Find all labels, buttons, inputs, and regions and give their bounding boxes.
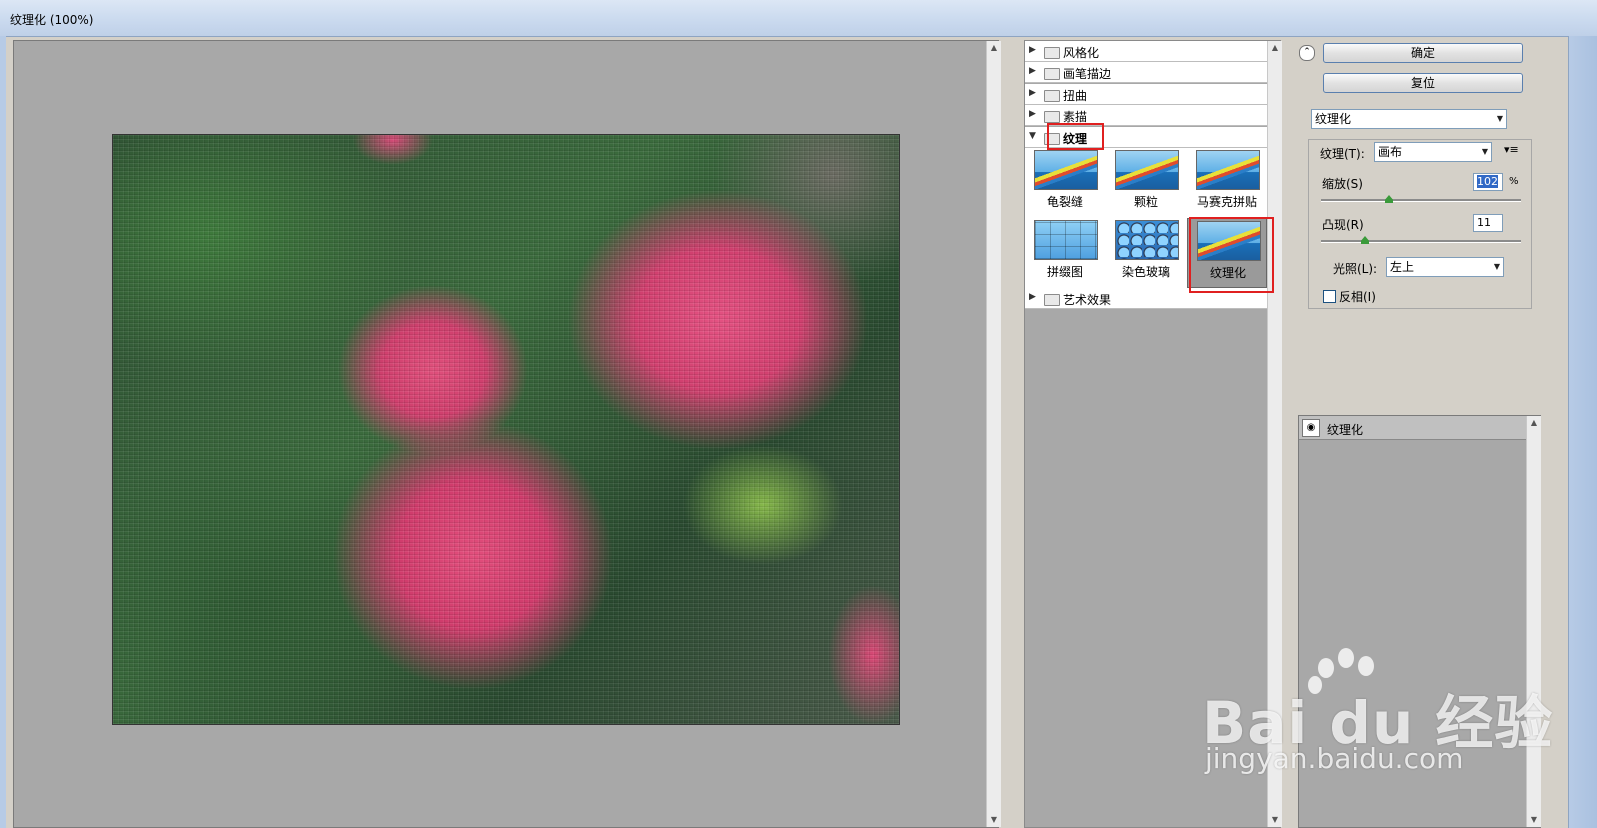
scale-unit: % [1509, 176, 1519, 187]
filter-thumb-craquelure[interactable]: 龟裂缝 [1025, 148, 1103, 216]
folder-icon [1044, 90, 1060, 102]
category-brush-strokes[interactable]: ▶ 画笔描边 [1025, 62, 1267, 83]
highlight-box-texture-category [1047, 123, 1104, 150]
folder-icon [1044, 294, 1060, 306]
relief-slider-thumb[interactable] [1361, 236, 1369, 244]
thumbnail-image [1034, 150, 1098, 190]
folder-icon [1044, 111, 1060, 123]
scroll-down-arrow-icon[interactable]: ▼ [1268, 813, 1282, 827]
texture-select[interactable]: 画布 ▼ [1374, 142, 1492, 162]
thumbnail-image [1115, 150, 1179, 190]
scale-slider[interactable] [1321, 199, 1521, 202]
filter-select-value: 纹理化 [1315, 112, 1352, 126]
expand-triangle-icon[interactable]: ▶ [1029, 292, 1036, 302]
category-label: 画笔描边 [1063, 67, 1112, 81]
folder-icon [1044, 47, 1060, 59]
thumb-caption: 拼缀图 [1046, 265, 1083, 279]
filter-thumb-mosaic-tiles[interactable]: 马赛克拼贴 [1187, 148, 1265, 216]
scroll-up-arrow-icon[interactable]: ▲ [1527, 416, 1541, 430]
collapse-triangle-icon[interactable]: ▼ [1029, 131, 1036, 141]
effect-layer-row[interactable]: ◉ 纹理化 [1299, 416, 1526, 440]
thumbnail-image [1034, 220, 1098, 260]
category-distort[interactable]: ▶ 扭曲 [1025, 84, 1267, 105]
highlight-box-texturizer-thumb [1189, 217, 1274, 293]
category-label: 扭曲 [1063, 89, 1088, 103]
relief-slider[interactable] [1321, 240, 1521, 243]
scroll-up-arrow-icon[interactable]: ▲ [1268, 41, 1282, 55]
thumb-caption: 马赛克拼贴 [1196, 195, 1257, 209]
filter-select[interactable]: 纹理化 ▼ [1311, 109, 1507, 129]
relief-label: 凸现(R) [1322, 218, 1364, 232]
collapse-gallery-icon[interactable]: ⌃ [1299, 45, 1315, 61]
watermark-url: jingyan.baidu.com [1205, 742, 1464, 775]
relief-value: 11 [1477, 216, 1491, 229]
chevron-down-icon: ▼ [1496, 114, 1503, 123]
eye-visibility-icon[interactable]: ◉ [1302, 419, 1320, 437]
thumb-caption: 龟裂缝 [1046, 195, 1083, 209]
thumbnail-image [1115, 220, 1179, 260]
filter-thumb-grain[interactable]: 颗粒 [1106, 148, 1184, 216]
filter-thumb-patchwork[interactable]: 拼缀图 [1025, 218, 1103, 286]
window-right-frame [1568, 36, 1597, 828]
window-left-frame [0, 36, 6, 828]
ok-button[interactable]: 确定 [1323, 43, 1523, 63]
light-label: 光照(L): [1333, 262, 1378, 276]
scroll-up-arrow-icon[interactable]: ▲ [987, 41, 1001, 55]
expand-triangle-icon[interactable]: ▶ [1029, 66, 1036, 76]
texture-label: 纹理(T): [1320, 147, 1365, 161]
filter-settings-group: 纹理(T): 画布 ▼ ▾≡ 缩放(S) 102 % 凸现(R) 11 光照(L… [1308, 139, 1532, 309]
invert-checkbox[interactable] [1323, 290, 1336, 303]
invert-label: 反相(I) [1339, 290, 1376, 304]
scale-slider-thumb[interactable] [1385, 195, 1393, 203]
effect-layer-label: 纹理化 [1327, 423, 1364, 437]
window-title: 纹理化 (100%) [10, 13, 94, 27]
chevron-down-icon: ▼ [1481, 147, 1488, 156]
chevron-down-icon: ▼ [1493, 262, 1500, 271]
layers-scrollbar[interactable]: ▲ ▼ [1526, 416, 1541, 827]
scale-input[interactable]: 102 [1473, 173, 1503, 191]
expand-triangle-icon[interactable]: ▶ [1029, 109, 1036, 119]
light-select-value: 左上 [1390, 260, 1415, 274]
scroll-down-arrow-icon[interactable]: ▼ [987, 813, 1001, 827]
texture-select-value: 画布 [1378, 145, 1403, 159]
scale-value: 102 [1477, 175, 1498, 188]
filter-thumb-stained-glass[interactable]: 染色玻璃 [1106, 218, 1184, 286]
thumb-caption: 颗粒 [1133, 195, 1158, 209]
thumb-caption: 染色玻璃 [1121, 265, 1170, 279]
thumbnail-image [1196, 150, 1260, 190]
scale-label: 缩放(S) [1322, 177, 1363, 191]
scroll-down-arrow-icon[interactable]: ▼ [1527, 813, 1541, 827]
category-stylize[interactable]: ▶ 风格化 [1025, 41, 1267, 62]
preview-scrollbar[interactable]: ▲ ▼ [986, 41, 1001, 827]
title-bar: 纹理化 (100%) [0, 0, 1597, 37]
reset-button[interactable]: 复位 [1323, 73, 1523, 93]
folder-icon [1044, 68, 1060, 80]
category-label: 艺术效果 [1063, 293, 1112, 307]
texture-menu-icon[interactable]: ▾≡ [1504, 143, 1519, 156]
light-select[interactable]: 左上 ▼ [1386, 257, 1504, 277]
category-label: 风格化 [1063, 46, 1100, 60]
relief-input[interactable]: 11 [1473, 214, 1503, 232]
expand-triangle-icon[interactable]: ▶ [1029, 88, 1036, 98]
expand-triangle-icon[interactable]: ▶ [1029, 45, 1036, 55]
preview-image [112, 134, 900, 725]
